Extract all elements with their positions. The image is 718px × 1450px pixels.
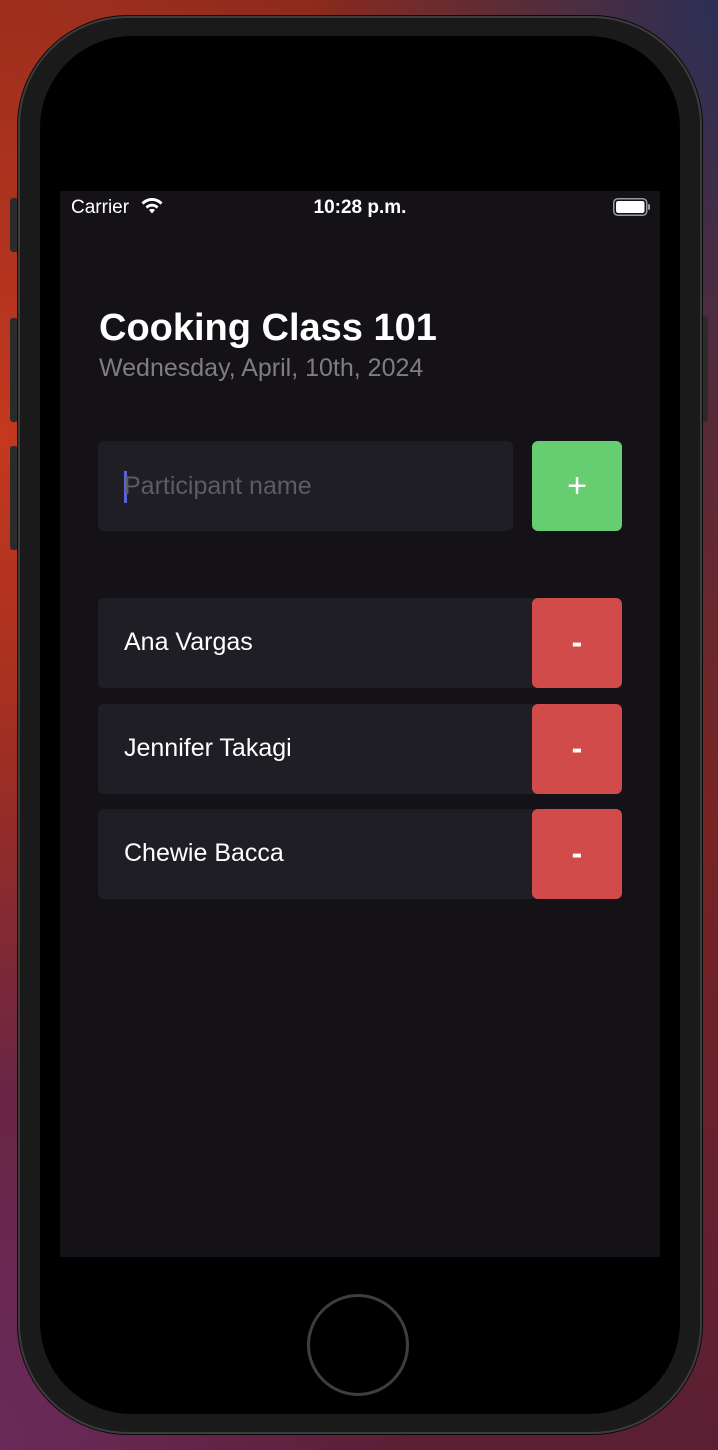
volume-down-button: [10, 446, 18, 550]
participant-name: Ana Vargas: [124, 628, 253, 656]
participant-name: Jennifer Takagi: [124, 734, 292, 762]
event-date: Wednesday, April, 10th, 2024: [99, 354, 424, 382]
page-title: Cooking Class 101: [99, 307, 437, 349]
app-screen: Carrier 10:28 p.m. Cooking Class 101 Wed…: [60, 191, 660, 1257]
battery-icon: [613, 198, 650, 216]
status-time: 10:28 p.m.: [313, 197, 407, 218]
home-button[interactable]: [307, 1294, 409, 1396]
remove-participant-button[interactable]: -: [532, 809, 622, 899]
participant-name-input[interactable]: Participant name: [98, 441, 513, 531]
add-participant-button[interactable]: +: [532, 441, 622, 531]
mute-switch: [10, 198, 18, 252]
status-bar: Carrier 10:28 p.m.: [60, 191, 660, 225]
list-item: Chewie Bacca -: [98, 809, 622, 899]
input-placeholder: Participant name: [124, 472, 312, 500]
participant-name: Chewie Bacca: [124, 839, 284, 867]
list-item: Jennifer Takagi -: [98, 704, 622, 794]
remove-participant-button[interactable]: -: [532, 598, 622, 688]
volume-up-button: [10, 318, 18, 422]
list-item: Ana Vargas -: [98, 598, 622, 688]
remove-participant-button[interactable]: -: [532, 704, 622, 794]
